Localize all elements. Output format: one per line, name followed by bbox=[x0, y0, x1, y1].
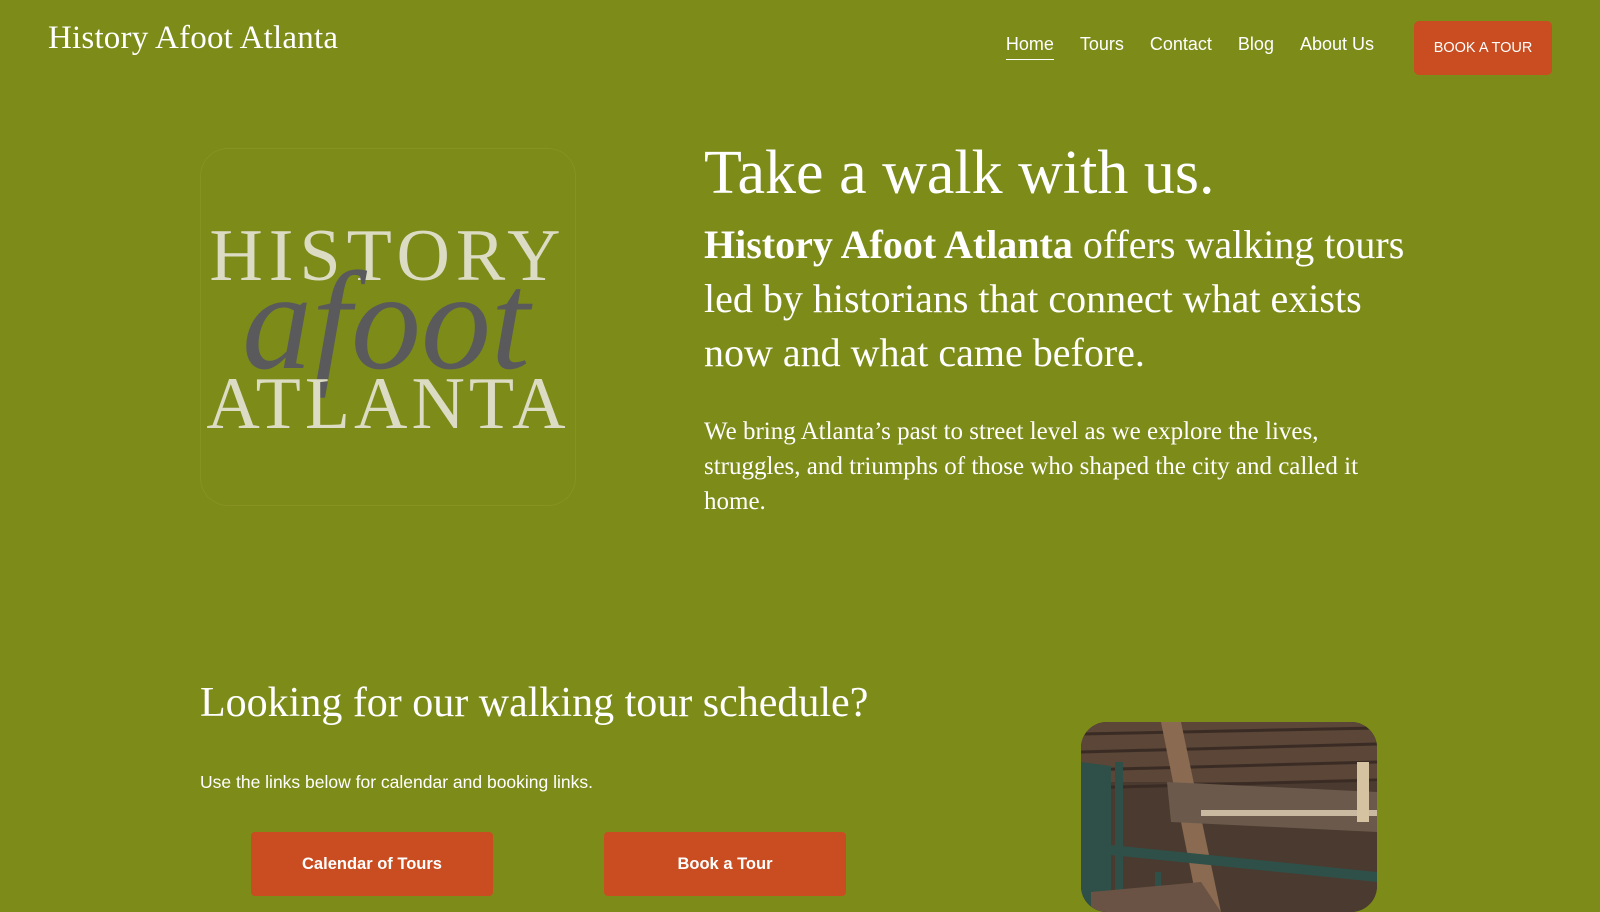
site-title[interactable]: History Afoot Atlanta bbox=[48, 20, 338, 57]
schedule-text: Use the links below for calendar and boo… bbox=[200, 772, 593, 792]
logo-graphic: HISTORY afoot ATLANTA bbox=[206, 215, 569, 445]
building-interior-photo bbox=[1081, 722, 1377, 912]
nav-tours[interactable]: Tours bbox=[1080, 34, 1124, 60]
hero-heading: Take a walk with us. bbox=[704, 139, 1215, 207]
logo-image: HISTORY afoot ATLANTA bbox=[200, 148, 576, 506]
hero-intro: History Afoot Atlanta offers walking tou… bbox=[704, 218, 1424, 380]
book-a-tour-header-button[interactable]: BOOK A TOUR bbox=[1414, 21, 1552, 75]
nav-blog[interactable]: Blog bbox=[1238, 34, 1274, 60]
calendar-of-tours-button[interactable]: Calendar of Tours bbox=[251, 832, 493, 896]
book-a-tour-button[interactable]: Book a Tour bbox=[604, 832, 846, 896]
hero-body-text: We bring Atlanta’s past to street level … bbox=[704, 418, 1359, 515]
nav-about-us[interactable]: About Us bbox=[1300, 34, 1374, 60]
schedule-heading: Looking for our walking tour schedule? bbox=[200, 680, 869, 726]
hero-intro-brand: History Afoot Atlanta bbox=[704, 222, 1073, 267]
nav-contact[interactable]: Contact bbox=[1150, 34, 1212, 60]
logo-atlanta-text: ATLANTA bbox=[206, 363, 569, 445]
photo-graphic bbox=[1081, 722, 1377, 912]
main-nav: Home Tours Contact Blog About Us bbox=[1005, 34, 1374, 60]
nav-home[interactable]: Home bbox=[1005, 34, 1054, 60]
